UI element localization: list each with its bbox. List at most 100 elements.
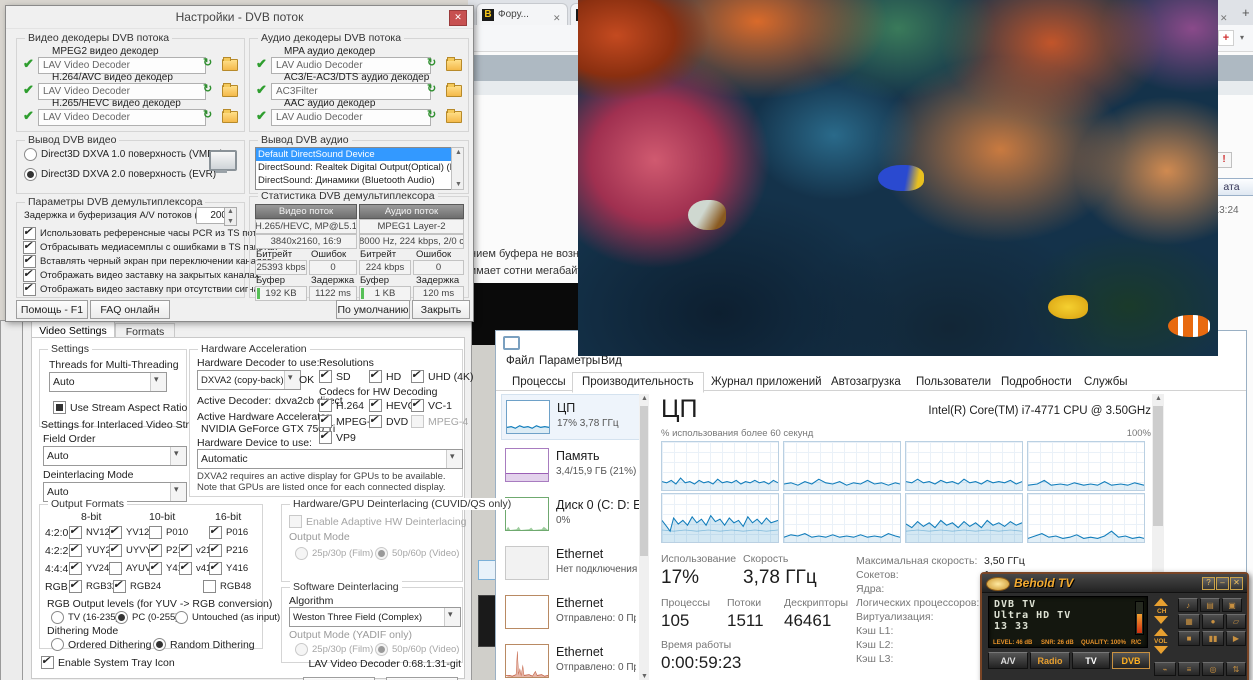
codec-vc1-checkbox[interactable]: VC-1 (411, 399, 452, 412)
dither-random-radio[interactable]: Random Dithering (153, 638, 255, 651)
rgb-untouched-radio[interactable]: Untouched (as input) (175, 611, 280, 624)
browse-filter-icon[interactable] (446, 111, 462, 123)
tab-performance[interactable]: Производительность (572, 372, 704, 393)
play-button[interactable]: ▶ (1226, 631, 1246, 646)
pause-button[interactable]: ▮▮ (1202, 631, 1224, 646)
select-filter-icon[interactable] (427, 82, 436, 95)
sidebar-item-ethernet2[interactable]: Ethernet Отправлено: 0 При (501, 590, 638, 634)
tray-icon-checkbox[interactable]: Enable System Tray Icon (41, 656, 175, 669)
toolbar-caret-icon[interactable]: ▾ (1240, 33, 1244, 42)
fmt-rgb32-checkbox[interactable]: RGB32 (69, 580, 117, 593)
pcr-clock-checkbox[interactable]: Использовать референсные часы PCR из TS … (23, 227, 272, 240)
hw-film-radio[interactable]: 25p/30p (Film) (295, 547, 373, 560)
warning-icon[interactable]: ! (1216, 152, 1232, 168)
fmt-yv24-checkbox[interactable]: YV24 (69, 562, 109, 575)
tab-close-icon[interactable] (1220, 8, 1230, 18)
codec-mpeg2-checkbox[interactable]: MPEG-2 (319, 415, 376, 428)
evr-radio[interactable]: Direct3D DXVA 2.0 поверхность (EVR) (24, 168, 216, 181)
fmt-rgb48-checkbox[interactable]: RGB48 (203, 580, 251, 593)
select-filter-icon[interactable] (203, 56, 212, 69)
browse-filter-icon[interactable] (446, 85, 462, 97)
sidebar-scrollbar[interactable] (639, 394, 649, 680)
black-screen-checkbox[interactable]: Вставлять черный экран при переключении … (23, 255, 272, 268)
splash-nosignal-checkbox[interactable]: Отображать видео заставку при отсутствии… (23, 283, 270, 296)
tab-services[interactable]: Службы (1074, 372, 1138, 393)
sidebar-item-memory[interactable]: Память 3,4/15,9 ГБ (21%) (501, 443, 638, 487)
res-uhd-checkbox[interactable]: UHD (4K) (411, 370, 474, 383)
select-filter-icon[interactable] (203, 108, 212, 121)
close-icon[interactable]: ✕ (449, 10, 467, 26)
settings-wrench-icon[interactable]: ⌁ (1154, 662, 1176, 676)
channel-down-icon[interactable] (1154, 616, 1168, 624)
new-tab-icon[interactable] (1242, 4, 1253, 18)
codec-dvd-checkbox[interactable]: DVD (369, 415, 408, 428)
tab-app-history[interactable]: Журнал приложений (701, 372, 832, 393)
select-filter-icon[interactable] (427, 56, 436, 69)
browse-filter-icon[interactable] (222, 111, 238, 123)
menu-options[interactable]: Параметры (539, 355, 600, 367)
audio-device-listbox[interactable]: Default DirectSound Device DirectSound: … (255, 147, 453, 190)
tv-button[interactable]: TV (1072, 652, 1110, 669)
threads-combo[interactable]: Auto (49, 372, 167, 392)
tab-startup[interactable]: Автозагрузка (821, 372, 911, 393)
fmt-p016-checkbox[interactable]: P016 (209, 526, 248, 539)
listbox-scrollbar[interactable] (451, 147, 464, 190)
hw-video-radio[interactable]: 50p/60p (Video) (375, 547, 459, 560)
sidebar-item-cpu[interactable]: ЦП 17% 3,78 ГГц (501, 394, 640, 440)
fmt-uyvy-checkbox[interactable]: UYVY (109, 544, 152, 557)
sw-video-radio[interactable]: 50p/60p (Video) (375, 643, 459, 656)
res-sd-checkbox[interactable]: SD (319, 370, 351, 383)
menu-view[interactable]: Вид (601, 355, 622, 367)
sidebar-item-ethernet3[interactable]: Ethernet Отправлено: 0 При (501, 639, 638, 680)
codec-h264-checkbox[interactable]: H.264 (319, 399, 364, 412)
select-filter-icon[interactable] (203, 82, 212, 95)
tab-details[interactable]: Подробности (991, 372, 1082, 393)
sw-film-radio[interactable]: 25p/30p (Film) (295, 643, 373, 656)
faq-button[interactable]: FAQ онлайн (90, 300, 170, 319)
record-audio-button[interactable]: ● (1202, 614, 1224, 629)
snapshot-button[interactable]: ▦ (1178, 614, 1200, 629)
browse-filter-icon[interactable] (222, 59, 238, 71)
fmt-nv12-checkbox[interactable]: NV12 (69, 526, 110, 539)
tab-close-icon[interactable] (553, 8, 563, 18)
rgb-tv-radio[interactable]: TV (16-235) (51, 611, 119, 624)
select-filter-icon[interactable] (427, 108, 436, 121)
rgb-pc-radio[interactable]: PC (0-255) (115, 611, 178, 624)
use-stream-aspect-checkbox[interactable]: Use Stream Aspect Ratio (53, 401, 187, 414)
channel-list-icon[interactable]: ≡ (1178, 662, 1200, 676)
radio-button[interactable]: Radio (1030, 652, 1070, 669)
list-item[interactable]: DirectSound: Realtek Digital Output(Opti… (256, 161, 452, 174)
close-button[interactable]: Закрыть (412, 300, 470, 319)
av-button[interactable]: A/V (988, 652, 1028, 669)
fmt-yv12-checkbox[interactable]: YV12 (109, 526, 149, 539)
fmt-rgb24-checkbox[interactable]: RGB24 (113, 580, 161, 593)
browse-filter-icon[interactable] (222, 85, 238, 97)
splash-closed-checkbox[interactable]: Отображать видео заставку на закрытых ка… (23, 269, 259, 282)
open-folder-button[interactable]: ▱ (1226, 614, 1246, 629)
tab-users[interactable]: Пользователи (906, 372, 1001, 393)
adaptive-hw-deint-checkbox[interactable]: Enable Adaptive HW Deinterlacing (289, 515, 467, 528)
algorithm-combo[interactable]: Weston Three Field (Complex) (289, 607, 461, 627)
help-button[interactable]: Помощь - F1 (16, 300, 88, 319)
defaults-button[interactable]: По умолчанию (336, 300, 410, 319)
list-item[interactable]: Default DirectSound Device (256, 148, 452, 161)
minimize-icon[interactable]: – (1216, 577, 1229, 590)
hw-device-combo[interactable]: Automatic (197, 449, 463, 469)
scheduler-icon[interactable]: ▤ (1200, 598, 1220, 612)
video-window[interactable] (578, 0, 1218, 356)
drop-errors-checkbox[interactable]: Отбрасывать медиасемплы с ошибками в TS … (23, 241, 277, 254)
behold-titlebar[interactable]: Behold TV ? – ✕ (982, 574, 1247, 593)
res-hd-checkbox[interactable]: HD (369, 370, 401, 383)
tab-processes[interactable]: Процессы (502, 372, 576, 393)
spinner-buttons[interactable] (224, 207, 237, 226)
dither-ordered-radio[interactable]: Ordered Dithering (51, 638, 151, 651)
help-icon[interactable]: ? (1202, 577, 1215, 590)
close-icon[interactable]: ✕ (1230, 577, 1243, 590)
field-order-combo[interactable]: Auto (43, 446, 187, 466)
hw-decoder-combo[interactable]: DXVA2 (copy-back) (197, 370, 301, 390)
sidebar-item-ethernet1[interactable]: Ethernet Нет подключения (501, 541, 638, 585)
updown-icon[interactable]: ⇅ (1226, 662, 1246, 676)
browse-filter-icon[interactable] (446, 59, 462, 71)
channel-up-icon[interactable] (1154, 598, 1168, 606)
volume-up-icon[interactable] (1154, 628, 1168, 636)
